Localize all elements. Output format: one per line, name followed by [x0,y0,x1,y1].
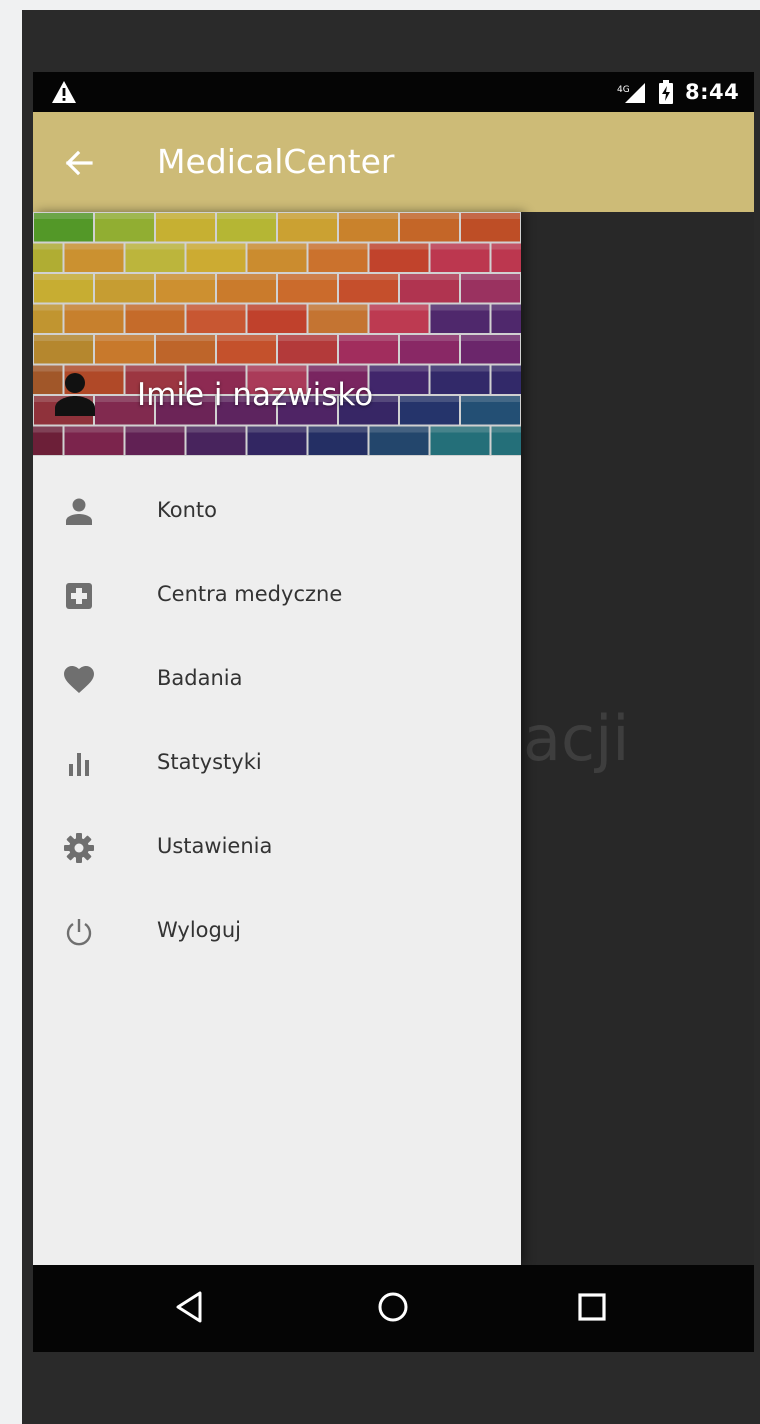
signal-icon: 4G [617,83,645,103]
menu-item-konto[interactable]: Konto [33,470,521,554]
menu-item-label: Wyloguj [157,918,241,942]
battery-icon [659,80,673,104]
navigation-drawer: Imie i nazwisko Konto Centra medyczne Ba… [33,212,521,1265]
menu-item-label: Centra medyczne [157,582,343,606]
menu-item-label: Badania [157,666,243,690]
menu-item-statystyki[interactable]: Statystyki [33,722,521,806]
nav-recent-icon[interactable] [574,1289,610,1325]
nav-back-icon[interactable] [170,1287,210,1327]
menu-item-wyloguj[interactable]: Wyloguj [33,890,521,974]
heart-icon [64,666,94,693]
mosaic-shade [33,212,521,456]
person-icon [55,373,95,416]
power-icon [66,919,92,946]
status-bar: 4G 8:44 [33,72,754,112]
arrow-back-icon[interactable] [63,147,95,179]
system-nav-bar [33,1265,754,1352]
user-name: Imie i nazwisko [137,377,374,413]
menu-item-label: Konto [157,498,217,522]
header-background-image [33,212,521,456]
phone-screen: 4G 8:44 MedicalCenter acji Imie i nazwis… [33,72,754,1352]
bar-chart-icon [69,753,89,776]
drawer-header: Imie i nazwisko [33,212,521,456]
menu-item-ustawienia[interactable]: Ustawienia [33,806,521,890]
warning-icon [52,81,76,103]
status-time: 8:44 [685,80,740,104]
nav-home-icon[interactable] [373,1287,413,1327]
drawer-menu: Konto Centra medyczne Badania Statystyki… [33,470,521,974]
svg-text:4G: 4G [617,85,630,95]
menu-item-label: Ustawienia [157,834,273,858]
background-content-text: acji [523,702,630,775]
menu-item-centra-medyczne[interactable]: Centra medyczne [33,554,521,638]
gear-icon [64,833,94,863]
menu-item-label: Statystyki [157,750,262,774]
app-bar: MedicalCenter [33,112,754,212]
app-title: MedicalCenter [157,142,395,181]
person-icon [66,498,92,525]
menu-item-badania[interactable]: Badania [33,638,521,722]
medical-plus-icon [66,583,92,609]
